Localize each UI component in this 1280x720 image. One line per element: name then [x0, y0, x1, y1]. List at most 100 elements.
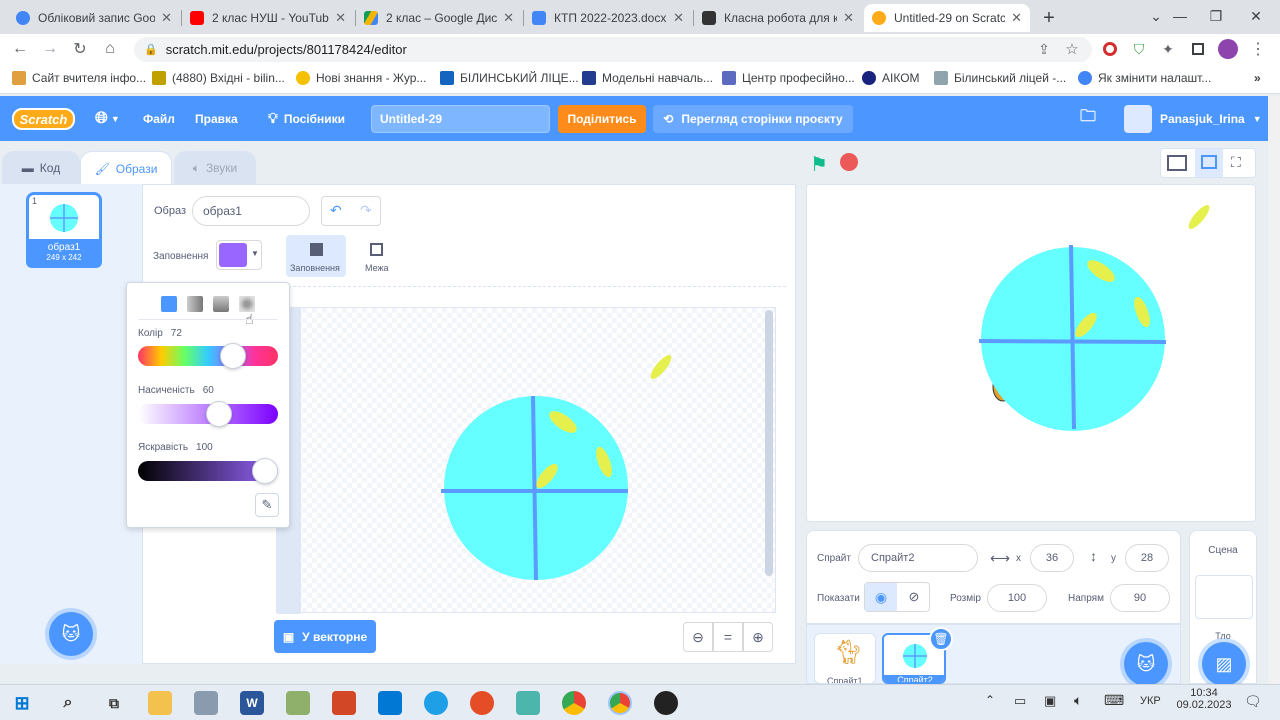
account-menu[interactable]: Panasjuk_Irina ▼ — [1124, 96, 1262, 141]
app-icon[interactable] — [654, 691, 678, 715]
zoom-out-button[interactable]: ⊖ — [683, 622, 713, 652]
bookmark[interactable]: БІЛИНСЬКИЙ ЛІЦЕ... — [440, 71, 579, 85]
bookmark[interactable]: Нові знання - Жур... — [296, 71, 426, 85]
outline-mode-button[interactable]: Межа — [352, 235, 402, 277]
bookmark[interactable]: Білинський ліцей -... — [934, 71, 1066, 85]
vertical-gradient-icon[interactable] — [213, 296, 229, 312]
close-icon[interactable]: ✕ — [503, 10, 514, 26]
menu-edit[interactable]: Правка — [195, 96, 238, 141]
menu-file[interactable]: Файл — [143, 96, 175, 141]
powerpoint-icon[interactable] — [332, 691, 356, 715]
see-project-page-button[interactable]: ⟲ Перегляд сторінки проєкту — [653, 105, 853, 133]
puzzle-icon[interactable]: ✦ — [1156, 38, 1180, 60]
volume-icon[interactable]: 🔈︎ — [1074, 692, 1082, 709]
zoom-in-button[interactable]: ⊕ — [743, 622, 773, 652]
close-icon[interactable]: ✕ — [1011, 10, 1022, 26]
url-field[interactable]: 🔒 scratch.mit.edu/projects/801178424/edi… — [134, 37, 1092, 62]
bookmark[interactable]: Сайт вчителя інфо... — [12, 71, 146, 85]
windows-start-icon[interactable]: ⊞ — [10, 691, 34, 715]
close-icon[interactable]: ✕ — [673, 10, 684, 26]
avatar[interactable] — [1216, 38, 1240, 60]
scratch-logo[interactable]: Scratch — [12, 108, 75, 130]
size-input[interactable]: 100 — [987, 584, 1047, 612]
sidepanel-icon[interactable] — [1186, 38, 1210, 60]
chrome-icon[interactable] — [562, 691, 586, 715]
back-icon[interactable]: ← — [8, 38, 32, 60]
browser-tab-active[interactable]: Untitled-29 on Scratch ✕ — [864, 4, 1030, 32]
delete-sprite-icon[interactable]: 🗑︎ — [929, 627, 953, 651]
canvas-scrollbar[interactable] — [765, 310, 773, 576]
convert-to-vector-button[interactable]: ▣ У векторне — [274, 620, 376, 653]
undo-icon[interactable]: ↶ — [330, 202, 342, 219]
forward-icon[interactable]: → — [38, 38, 62, 60]
store-icon[interactable] — [378, 691, 402, 715]
tab-costumes[interactable]: 🖌︎ Образи — [80, 151, 172, 185]
home-icon[interactable]: ⌂ — [98, 38, 122, 60]
brightness-slider-knob[interactable] — [252, 458, 278, 484]
edge-icon[interactable] — [424, 691, 448, 715]
file-explorer-icon[interactable] — [148, 691, 172, 715]
hue-slider[interactable] — [138, 343, 278, 369]
star-icon[interactable]: ☆ — [1060, 38, 1084, 60]
new-tab-button[interactable]: + — [1036, 4, 1062, 32]
globe-icon[interactable]: 🌐︎ ▼ — [95, 96, 120, 141]
paint-canvas[interactable] — [276, 307, 776, 614]
app-icon[interactable] — [470, 691, 494, 715]
choose-backdrop-button[interactable]: ▨ — [1202, 642, 1246, 686]
bookmark[interactable]: Модельні навчаль... — [582, 71, 713, 85]
fullscreen-icon[interactable]: ⛶ — [1231, 154, 1241, 171]
saturation-slider[interactable] — [138, 401, 278, 427]
y-input[interactable]: 28 — [1125, 544, 1169, 572]
choose-sprite-button[interactable]: 🐱︎ — [1124, 642, 1168, 686]
clock[interactable]: 10:34 09.02.2023 — [1176, 687, 1232, 711]
window-close-button[interactable]: ✕ — [1236, 0, 1276, 32]
shield-icon[interactable]: ⛉ — [1127, 38, 1151, 60]
word-icon[interactable]: W — [240, 691, 264, 715]
chevron-up-icon[interactable]: ⌃ — [985, 693, 995, 707]
eyedropper-icon[interactable]: ✎ — [255, 493, 279, 517]
browser-tab[interactable]: 2 клас НУШ - YouTub ✕ — [182, 4, 354, 32]
x-input[interactable]: 36 — [1030, 544, 1074, 572]
bookmark[interactable]: Як змінити налашт... — [1078, 71, 1211, 85]
sprite-name-input[interactable]: Спрайт2 — [858, 544, 978, 572]
eye-icon[interactable]: ◉ — [865, 583, 897, 611]
share-button[interactable]: Поділитись — [558, 105, 646, 133]
costume-name-input[interactable]: образ1 — [192, 196, 310, 226]
choose-costume-button[interactable]: 🐱︎ — [49, 612, 93, 656]
browser-tab[interactable]: КТП 2022-2023.docx ✕ — [524, 4, 692, 32]
keyboard-icon[interactable]: ⌨ — [1104, 692, 1124, 709]
solid-fill-icon[interactable] — [161, 296, 177, 312]
network-icon[interactable]: ▭ — [1014, 693, 1026, 709]
page-scrollbar[interactable] — [1268, 96, 1280, 684]
bookmark[interactable]: АІКОМ — [862, 71, 920, 85]
saturation-slider-knob[interactable] — [206, 401, 233, 427]
browser-tab[interactable]: Обліковий запис Goo ✕ — [8, 4, 180, 32]
monitor-icon[interactable]: ▣ — [1044, 693, 1056, 709]
reload-icon[interactable]: ↻ — [68, 38, 92, 60]
language-indicator[interactable]: УКР — [1140, 695, 1161, 707]
opera-extension-icon[interactable] — [1098, 38, 1122, 60]
stop-icon[interactable] — [840, 153, 858, 171]
brightness-slider[interactable] — [138, 458, 278, 484]
share-icon[interactable]: ⇪ — [1032, 38, 1056, 60]
zoom-reset-button[interactable]: = — [713, 622, 743, 652]
hue-slider-knob[interactable] — [220, 343, 247, 369]
close-icon[interactable]: ✕ — [161, 10, 172, 26]
folder-icon[interactable]: 🗀︎ — [1080, 96, 1096, 141]
redo-icon[interactable]: ↷ — [360, 202, 372, 219]
fill-color-dropdown[interactable]: ▼ — [216, 240, 262, 270]
costume-tile[interactable]: 1 образ1 249 x 242 — [26, 192, 102, 268]
close-icon[interactable]: ✕ — [335, 10, 346, 26]
browser-tab[interactable]: Класна робота для ку ✕ — [694, 4, 862, 32]
sprite-tile[interactable]: 🐈︎ Спрайт1 — [814, 633, 876, 684]
restore-button[interactable]: ❐ — [1196, 0, 1236, 32]
search-icon[interactable]: ⌕ — [56, 691, 80, 715]
horizontal-gradient-icon[interactable] — [187, 296, 203, 312]
browser-tab[interactable]: 2 клас – Google Диск ✕ — [356, 4, 522, 32]
small-stage-icon[interactable] — [1167, 155, 1187, 171]
radial-gradient-icon[interactable] — [239, 296, 255, 312]
app-icon[interactable] — [194, 691, 218, 715]
more-bookmarks-icon[interactable]: » — [1254, 71, 1261, 85]
tab-code[interactable]: ▬ Код — [2, 151, 80, 185]
minimize-button[interactable]: — — [1160, 0, 1200, 32]
